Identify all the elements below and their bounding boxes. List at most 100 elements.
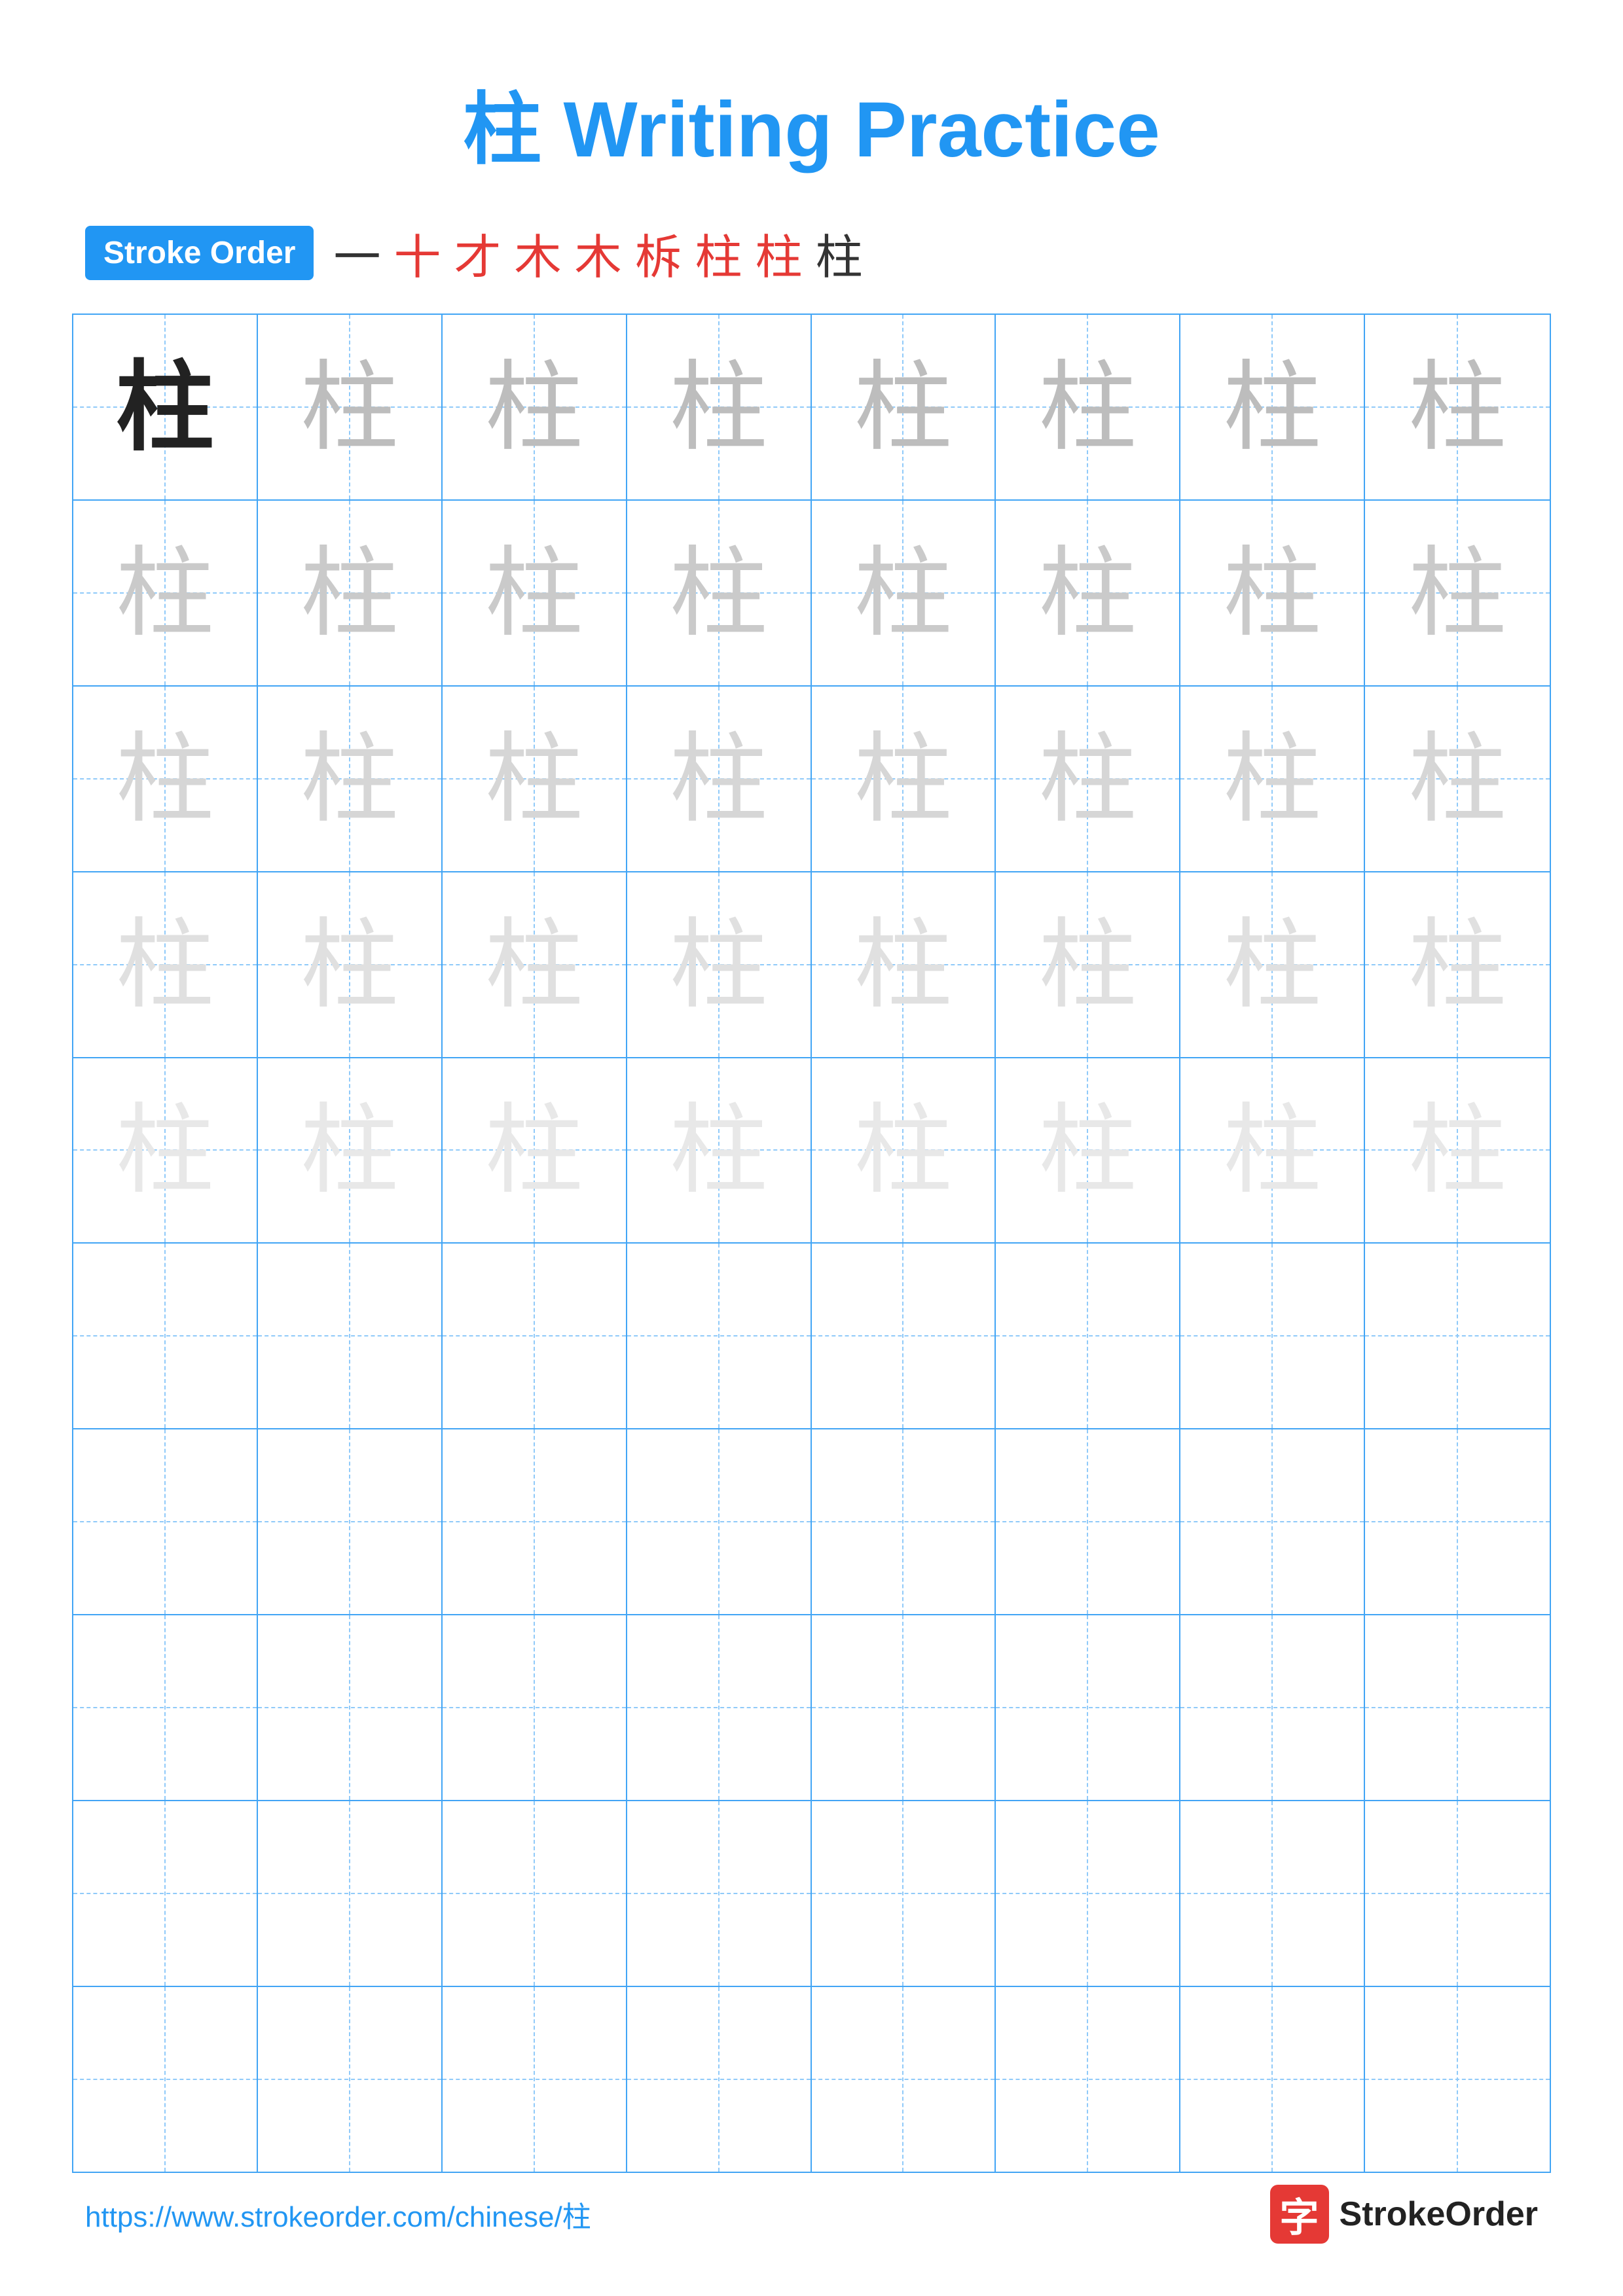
grid-cell-2-5[interactable]: 柱 bbox=[812, 501, 996, 685]
practice-character: 柱 bbox=[443, 687, 626, 871]
grid-cell-8-4[interactable] bbox=[627, 1615, 812, 1800]
grid-cell-10-1[interactable] bbox=[73, 1987, 258, 2172]
grid-cell-1-7[interactable]: 柱 bbox=[1180, 315, 1365, 499]
grid-cell-9-1[interactable] bbox=[73, 1801, 258, 1986]
practice-character: 柱 bbox=[996, 1058, 1179, 1243]
grid-cell-6-5[interactable] bbox=[812, 1244, 996, 1428]
grid-cell-7-2[interactable] bbox=[258, 1429, 443, 1614]
grid-cell-7-6[interactable] bbox=[996, 1429, 1180, 1614]
footer-url: https://www.strokeorder.com/chinese/柱 bbox=[85, 2193, 591, 2235]
grid-cell-3-7[interactable]: 柱 bbox=[1180, 687, 1365, 871]
practice-character: 柱 bbox=[73, 872, 257, 1057]
grid-cell-5-3[interactable]: 柱 bbox=[443, 1058, 627, 1243]
grid-cell-8-5[interactable] bbox=[812, 1615, 996, 1800]
grid-cell-3-8[interactable]: 柱 bbox=[1365, 687, 1550, 871]
grid-cell-10-2[interactable] bbox=[258, 1987, 443, 2172]
grid-cell-3-4[interactable]: 柱 bbox=[627, 687, 812, 871]
grid-row-1: 柱柱柱柱柱柱柱柱 bbox=[73, 315, 1550, 501]
grid-cell-9-6[interactable] bbox=[996, 1801, 1180, 1986]
grid-cell-6-4[interactable] bbox=[627, 1244, 812, 1428]
grid-cell-6-6[interactable] bbox=[996, 1244, 1180, 1428]
grid-cell-6-3[interactable] bbox=[443, 1244, 627, 1428]
grid-cell-4-7[interactable]: 柱 bbox=[1180, 872, 1365, 1057]
grid-cell-8-6[interactable] bbox=[996, 1615, 1180, 1800]
grid-cell-9-8[interactable] bbox=[1365, 1801, 1550, 1986]
grid-cell-1-3[interactable]: 柱 bbox=[443, 315, 627, 499]
stroke-3: 才 bbox=[454, 219, 501, 287]
grid-cell-1-5[interactable]: 柱 bbox=[812, 315, 996, 499]
practice-character: 柱 bbox=[443, 1058, 626, 1243]
grid-cell-10-6[interactable] bbox=[996, 1987, 1180, 2172]
grid-cell-8-2[interactable] bbox=[258, 1615, 443, 1800]
grid-cell-9-3[interactable] bbox=[443, 1801, 627, 1986]
grid-cell-3-2[interactable]: 柱 bbox=[258, 687, 443, 871]
grid-cell-6-7[interactable] bbox=[1180, 1244, 1365, 1428]
grid-cell-8-1[interactable] bbox=[73, 1615, 258, 1800]
practice-character: 柱 bbox=[627, 1058, 811, 1243]
grid-cell-3-5[interactable]: 柱 bbox=[812, 687, 996, 871]
grid-cell-10-7[interactable] bbox=[1180, 1987, 1365, 2172]
grid-cell-3-6[interactable]: 柱 bbox=[996, 687, 1180, 871]
grid-cell-7-1[interactable] bbox=[73, 1429, 258, 1614]
grid-cell-4-4[interactable]: 柱 bbox=[627, 872, 812, 1057]
practice-character: 柱 bbox=[996, 872, 1179, 1057]
practice-character: 柱 bbox=[258, 501, 441, 685]
grid-cell-2-7[interactable]: 柱 bbox=[1180, 501, 1365, 685]
grid-cell-9-7[interactable] bbox=[1180, 1801, 1365, 1986]
grid-cell-4-2[interactable]: 柱 bbox=[258, 872, 443, 1057]
practice-character: 柱 bbox=[627, 687, 811, 871]
grid-cell-5-6[interactable]: 柱 bbox=[996, 1058, 1180, 1243]
grid-cell-2-2[interactable]: 柱 bbox=[258, 501, 443, 685]
grid-cell-7-3[interactable] bbox=[443, 1429, 627, 1614]
grid-cell-8-8[interactable] bbox=[1365, 1615, 1550, 1800]
grid-cell-4-6[interactable]: 柱 bbox=[996, 872, 1180, 1057]
grid-cell-6-1[interactable] bbox=[73, 1244, 258, 1428]
grid-cell-6-8[interactable] bbox=[1365, 1244, 1550, 1428]
grid-cell-3-1[interactable]: 柱 bbox=[73, 687, 258, 871]
grid-cell-9-5[interactable] bbox=[812, 1801, 996, 1986]
grid-cell-2-4[interactable]: 柱 bbox=[627, 501, 812, 685]
grid-cell-10-4[interactable] bbox=[627, 1987, 812, 2172]
stroke-order-section: Stroke Order 一 十 才 木 木 柝 柱 柱 柱 bbox=[0, 219, 1623, 314]
grid-cell-5-2[interactable]: 柱 bbox=[258, 1058, 443, 1243]
grid-cell-2-1[interactable]: 柱 bbox=[73, 501, 258, 685]
grid-cell-4-3[interactable]: 柱 bbox=[443, 872, 627, 1057]
grid-cell-4-1[interactable]: 柱 bbox=[73, 872, 258, 1057]
grid-cell-1-4[interactable]: 柱 bbox=[627, 315, 812, 499]
practice-character: 柱 bbox=[627, 315, 811, 499]
grid-cell-2-8[interactable]: 柱 bbox=[1365, 501, 1550, 685]
grid-row-2: 柱柱柱柱柱柱柱柱 bbox=[73, 501, 1550, 687]
grid-cell-5-5[interactable]: 柱 bbox=[812, 1058, 996, 1243]
stroke-5: 木 bbox=[575, 219, 622, 287]
grid-cell-8-7[interactable] bbox=[1180, 1615, 1365, 1800]
grid-cell-7-4[interactable] bbox=[627, 1429, 812, 1614]
grid-cell-10-5[interactable] bbox=[812, 1987, 996, 2172]
grid-cell-9-2[interactable] bbox=[258, 1801, 443, 1986]
grid-cell-2-6[interactable]: 柱 bbox=[996, 501, 1180, 685]
grid-cell-7-8[interactable] bbox=[1365, 1429, 1550, 1614]
grid-cell-5-4[interactable]: 柱 bbox=[627, 1058, 812, 1243]
grid-cell-10-3[interactable] bbox=[443, 1987, 627, 2172]
grid-cell-3-3[interactable]: 柱 bbox=[443, 687, 627, 871]
grid-cell-1-6[interactable]: 柱 bbox=[996, 315, 1180, 499]
grid-row-4: 柱柱柱柱柱柱柱柱 bbox=[73, 872, 1550, 1058]
grid-cell-5-1[interactable]: 柱 bbox=[73, 1058, 258, 1243]
title-section: 柱 Writing Practice bbox=[0, 0, 1623, 219]
grid-cell-1-2[interactable]: 柱 bbox=[258, 315, 443, 499]
grid-cell-4-8[interactable]: 柱 bbox=[1365, 872, 1550, 1057]
grid-cell-5-7[interactable]: 柱 bbox=[1180, 1058, 1365, 1243]
grid-cell-6-2[interactable] bbox=[258, 1244, 443, 1428]
stroke-1: 一 bbox=[333, 219, 380, 287]
grid-cell-1-8[interactable]: 柱 bbox=[1365, 315, 1550, 499]
grid-cell-7-5[interactable] bbox=[812, 1429, 996, 1614]
grid-cell-4-5[interactable]: 柱 bbox=[812, 872, 996, 1057]
grid-cell-8-3[interactable] bbox=[443, 1615, 627, 1800]
grid-cell-7-7[interactable] bbox=[1180, 1429, 1365, 1614]
grid-row-6 bbox=[73, 1244, 1550, 1429]
grid-cell-10-8[interactable] bbox=[1365, 1987, 1550, 2172]
stroke-8: 柱 bbox=[756, 219, 803, 287]
grid-cell-5-8[interactable]: 柱 bbox=[1365, 1058, 1550, 1243]
grid-cell-9-4[interactable] bbox=[627, 1801, 812, 1986]
grid-cell-1-1[interactable]: 柱 bbox=[73, 315, 258, 499]
grid-cell-2-3[interactable]: 柱 bbox=[443, 501, 627, 685]
